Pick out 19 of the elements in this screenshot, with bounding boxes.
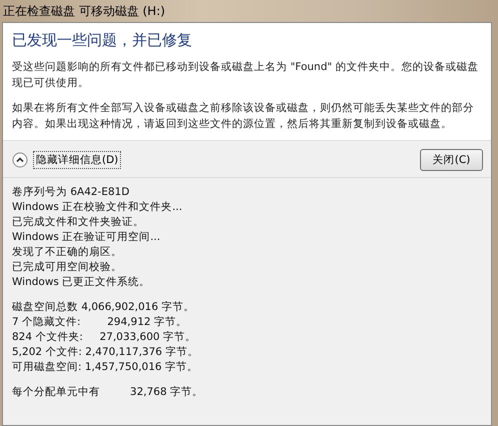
log-line: 已完成可用空间校验。 (12, 260, 123, 275)
log-line: Windows 正在验证可用空间... (12, 230, 162, 245)
log-line: 7 个隐藏文件: 294,912 字节。 (12, 315, 188, 330)
log-line: 824 个文件夹: 27,033,600 字节。 (12, 330, 198, 345)
log-line: 可用磁盘空间: 1,457,750,016 字节。 (12, 360, 200, 375)
chevron-up-icon (12, 152, 28, 168)
log-line: 已完成文件和文件夹验证。 (12, 215, 145, 230)
close-button[interactable]: 关闭(C) (420, 149, 483, 171)
log-line: 每个分配单元中有 32,768 字节。 (12, 385, 204, 400)
window-title: 正在检查磁盘 可移动磁盘 (H:) (2, 2, 166, 20)
dialog-heading: 已发现一些问题，并已修复 (12, 31, 193, 50)
log-line: 5,202 个文件: 2,470,117,376 字节。 (12, 345, 200, 360)
log-line: 磁盘空间总数 4,066,902,016 字节。 (12, 300, 196, 315)
log-line: Windows 已更正文件系统。 (12, 275, 152, 290)
message-paragraph: 如果在将所有文件全部写入设备或磁盘之前移除该设备或磁盘，则仍然可能丢失某些文件的部分内容。如果出现这种情况，请返回到这些文件的源位置，然后将其重新复制到设备或磁盘。 (12, 101, 475, 132)
log-line: Windows 正在校验文件和文件夹... (12, 200, 184, 215)
log-line: 发现了不正确的扇区。 (12, 245, 123, 260)
message-paragraph: 受这些问题影响的所有文件都已移动到设备或磁盘上名为 "Found" 的文件夹中。您的设备或磁盘现已可供使用。 (12, 60, 480, 91)
log-line: 卷序列号为 6A42-E81D (12, 185, 130, 200)
